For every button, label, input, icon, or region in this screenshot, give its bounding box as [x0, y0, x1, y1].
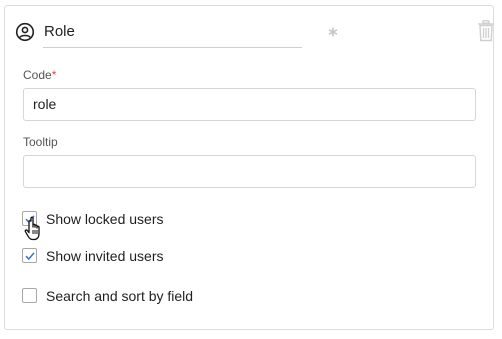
required-marker: * [51, 68, 57, 82]
search-and-sort-label: Search and sort by field [46, 288, 194, 304]
hand-pointer-cursor-icon [24, 216, 46, 242]
show-invited-users-option[interactable]: Show invited users [22, 246, 322, 266]
user-circle-icon [15, 22, 35, 42]
checkmark-icon [25, 252, 35, 261]
code-label: Code* [23, 68, 56, 82]
search-and-sort-option[interactable]: Search and sort by field [22, 286, 322, 306]
show-invited-users-label: Show invited users [46, 248, 164, 264]
field-title-input[interactable]: Role [43, 20, 302, 48]
tooltip-label: Tooltip [23, 135, 58, 149]
code-label-text: Code [23, 68, 52, 82]
show-invited-users-checkbox[interactable] [22, 248, 37, 263]
code-input[interactable]: role [23, 88, 476, 121]
field-card: Role Code* role Tooltip Show locked user… [4, 5, 494, 330]
search-and-sort-checkbox[interactable] [22, 288, 37, 303]
show-locked-users-option[interactable]: Show locked users [22, 209, 322, 229]
show-locked-users-label: Show locked users [46, 211, 164, 227]
tooltip-input[interactable] [23, 155, 476, 188]
field-header: Role [15, 20, 494, 50]
trash-icon[interactable] [477, 20, 495, 42]
drag-handle-icon[interactable] [328, 27, 338, 37]
